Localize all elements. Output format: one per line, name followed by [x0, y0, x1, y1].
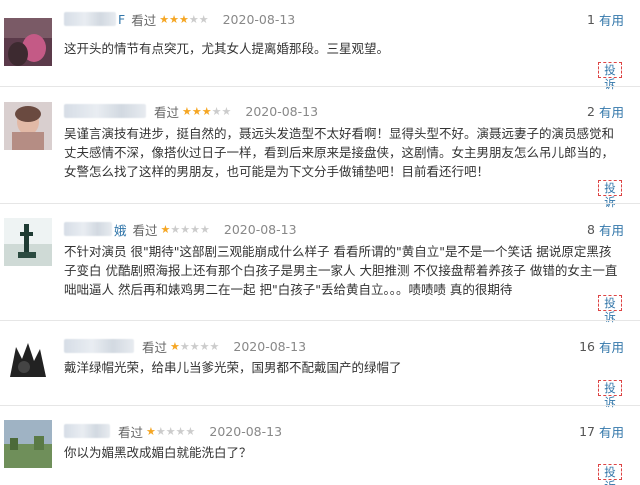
- vote-area[interactable]: 17 有用: [579, 422, 624, 440]
- review-list: F 看过 ★ ★ ★ ★ ★ 2020-08-13 1 有用 这开头的情节有点突兀，尤其…: [0, 0, 640, 485]
- useful-button[interactable]: 有用: [599, 102, 624, 121]
- review-text: 戴洋绿帽光荣，给串儿当爹光荣，国男都不配戴国产的绿帽了: [64, 360, 402, 375]
- seen-label: 看过: [132, 222, 158, 238]
- star-empty-icon: ★: [185, 424, 196, 438]
- username-blurred[interactable]: [64, 222, 112, 236]
- divider: [0, 320, 640, 321]
- star-empty-icon: ★: [221, 104, 232, 118]
- seen-label: 看过: [154, 104, 180, 120]
- review-meta: 娥 看过 ★ ★ ★ ★ ★ 2020-08-13: [64, 220, 297, 238]
- username-suffix[interactable]: 娥: [114, 220, 127, 239]
- review-item: 娥 看过 ★ ★ ★ ★ ★ 2020-08-13 8 有用 不针对演员 很"期待"这部…: [0, 218, 640, 324]
- avatar[interactable]: [4, 218, 52, 266]
- review-text: 这开头的情节有点突兀，尤其女人提离婚那段。三星观望。: [64, 41, 390, 56]
- seen-label: 看过: [118, 424, 144, 440]
- avatar[interactable]: [4, 337, 52, 385]
- star-empty-icon: ★: [211, 104, 222, 118]
- username-blurred[interactable]: [64, 339, 134, 353]
- review-meta: 看过 ★ ★ ★ ★ ★ 2020-08-13: [64, 102, 318, 120]
- star-filled-icon: ★: [178, 12, 189, 26]
- report-button[interactable]: 投诉: [598, 62, 622, 91]
- username-blurred[interactable]: [64, 424, 110, 438]
- review-meta: 看过 ★ ★ ★ ★ ★ 2020-08-13: [64, 422, 282, 440]
- rating-stars: ★ ★ ★ ★ ★: [146, 426, 195, 437]
- username-blurred[interactable]: [64, 104, 146, 118]
- star-filled-icon: ★: [201, 104, 212, 118]
- star-empty-icon: ★: [199, 339, 210, 353]
- star-empty-icon: ★: [189, 339, 200, 353]
- star-empty-icon: ★: [155, 424, 166, 438]
- star-filled-icon: ★: [146, 424, 156, 438]
- rating-stars: ★ ★ ★ ★ ★: [170, 341, 219, 352]
- divider: [0, 86, 640, 87]
- star-empty-icon: ★: [198, 12, 209, 26]
- review-date: 2020-08-13: [222, 11, 296, 27]
- useful-button[interactable]: 有用: [599, 220, 624, 239]
- vote-area[interactable]: 1 有用: [587, 10, 624, 28]
- rating-stars: ★ ★ ★ ★ ★: [161, 224, 210, 235]
- star-empty-icon: ★: [175, 424, 186, 438]
- report-button[interactable]: 投诉: [598, 180, 622, 209]
- report-button[interactable]: 投诉: [598, 380, 622, 409]
- divider: [0, 203, 640, 204]
- star-empty-icon: ★: [179, 339, 190, 353]
- vote-area[interactable]: 16 有用: [579, 337, 624, 355]
- username-suffix[interactable]: F: [118, 12, 125, 27]
- review-meta: 看过 ★ ★ ★ ★ ★ 2020-08-13: [64, 337, 306, 355]
- star-filled-icon: ★: [159, 12, 170, 26]
- star-filled-icon: ★: [160, 222, 171, 236]
- star-empty-icon: ★: [200, 222, 210, 236]
- vote-area[interactable]: 2 有用: [587, 102, 624, 120]
- review-text: 你以为媚黑改成媚白就能洗白了？: [64, 445, 252, 460]
- rating-stars: ★ ★ ★ ★ ★: [159, 14, 208, 25]
- vote-count: 16: [579, 338, 595, 354]
- rating-stars: ★ ★ ★ ★ ★: [182, 106, 231, 117]
- username-blurred[interactable]: [64, 12, 116, 26]
- star-empty-icon: ★: [190, 222, 201, 236]
- vote-count: 8: [587, 221, 595, 237]
- useful-button[interactable]: 有用: [599, 10, 624, 29]
- vote-count: 1: [587, 11, 595, 27]
- star-empty-icon: ★: [188, 12, 199, 26]
- seen-label: 看过: [131, 12, 157, 28]
- review-item: 看过 ★ ★ ★ ★ ★ 2020-08-13 16 有用 戴洋绿帽光荣，给串儿当爹光荣…: [0, 337, 640, 409]
- review-date: 2020-08-13: [223, 221, 297, 237]
- avatar[interactable]: [4, 420, 52, 468]
- seen-label: 看过: [142, 339, 168, 355]
- star-empty-icon: ★: [180, 222, 191, 236]
- review-date: 2020-08-13: [209, 423, 283, 439]
- star-empty-icon: ★: [170, 222, 181, 236]
- review-item: 看过 ★ ★ ★ ★ ★ 2020-08-13 17 有用 你以为媚黑改成媚白就能洗白了…: [0, 420, 640, 485]
- report-button[interactable]: 投诉: [598, 295, 622, 324]
- avatar[interactable]: [4, 102, 52, 150]
- useful-button[interactable]: 有用: [599, 422, 624, 441]
- review-text: 吴谨言演技有进步，挺自然的，聂远头发造型不太好看啊！显得头型不好。演聂远妻子的演…: [64, 126, 615, 179]
- useful-button[interactable]: 有用: [599, 337, 624, 356]
- divider: [0, 405, 640, 406]
- review-date: 2020-08-13: [233, 338, 307, 354]
- review-text: 不针对演员 很"期待"这部剧三观能崩成什么样子 看看所谓的"黄自立"是不是一个笑…: [64, 244, 618, 297]
- avatar[interactable]: [4, 18, 52, 66]
- star-filled-icon: ★: [182, 104, 192, 118]
- vote-area[interactable]: 8 有用: [587, 220, 624, 238]
- star-empty-icon: ★: [165, 424, 176, 438]
- review-meta: F 看过 ★ ★ ★ ★ ★ 2020-08-13: [64, 10, 295, 28]
- review-item: F 看过 ★ ★ ★ ★ ★ 2020-08-13 1 有用 这开头的情节有点突兀，尤其…: [0, 12, 640, 91]
- report-button[interactable]: 投诉: [598, 464, 622, 485]
- vote-count: 17: [579, 423, 595, 439]
- vote-count: 2: [587, 103, 595, 119]
- star-filled-icon: ★: [191, 104, 202, 118]
- star-empty-icon: ★: [209, 339, 220, 353]
- review-date: 2020-08-13: [245, 103, 319, 119]
- star-filled-icon: ★: [170, 339, 180, 353]
- review-item: 看过 ★ ★ ★ ★ ★ 2020-08-13 2 有用 吴谨言演技有进步，挺自然的，聂…: [0, 102, 640, 209]
- star-filled-icon: ★: [169, 12, 179, 26]
